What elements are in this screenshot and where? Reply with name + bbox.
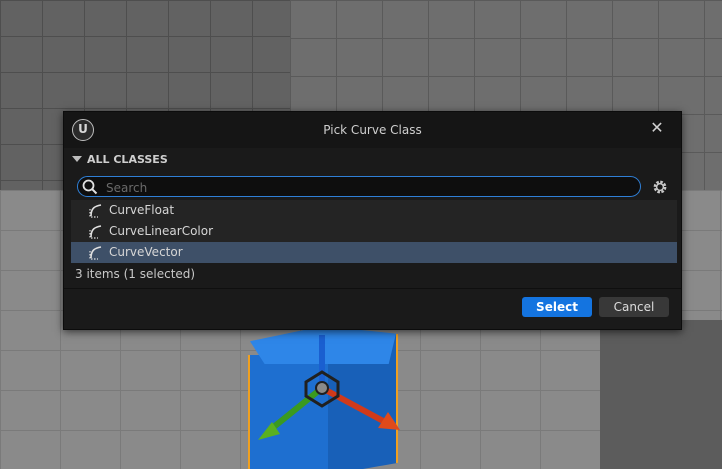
- transform-gizmo-icon[interactable]: [250, 330, 410, 460]
- list-item-selected[interactable]: CurveVector: [71, 242, 677, 263]
- list-item-label: CurveFloat: [109, 203, 175, 217]
- item-count-status: 3 items (1 selected): [75, 267, 196, 281]
- list-item-label: CurveVector: [109, 245, 183, 259]
- all-classes-header[interactable]: ALL CLASSES: [72, 153, 168, 169]
- viewport-floor-shadow: [600, 320, 722, 469]
- cancel-button[interactable]: Cancel: [599, 297, 669, 317]
- curve-icon: [89, 225, 102, 239]
- close-icon[interactable]: ✕: [647, 118, 667, 138]
- gear-icon[interactable]: [651, 178, 669, 196]
- all-classes-label: ALL CLASSES: [87, 153, 168, 166]
- dialog-title: Pick Curve Class: [323, 123, 422, 137]
- dialog-titlebar[interactable]: U Pick Curve Class ✕: [64, 112, 681, 148]
- list-item[interactable]: CurveLinearColor: [71, 221, 677, 242]
- pick-curve-class-dialog: U Pick Curve Class ✕ ALL CLASSES CurveFl…: [63, 111, 682, 330]
- curve-icon: [89, 246, 102, 260]
- search-box[interactable]: [77, 176, 641, 197]
- list-item[interactable]: CurveFloat: [71, 200, 677, 221]
- search-icon: [82, 179, 98, 195]
- curve-icon: [89, 204, 102, 218]
- footer-divider: [64, 288, 681, 289]
- select-button[interactable]: Select: [522, 297, 592, 317]
- class-list: CurveFloat CurveLinearColor CurveVector: [71, 200, 677, 263]
- search-input[interactable]: [104, 178, 628, 197]
- list-item-label: CurveLinearColor: [109, 224, 214, 238]
- collapse-triangle-icon[interactable]: [72, 156, 82, 162]
